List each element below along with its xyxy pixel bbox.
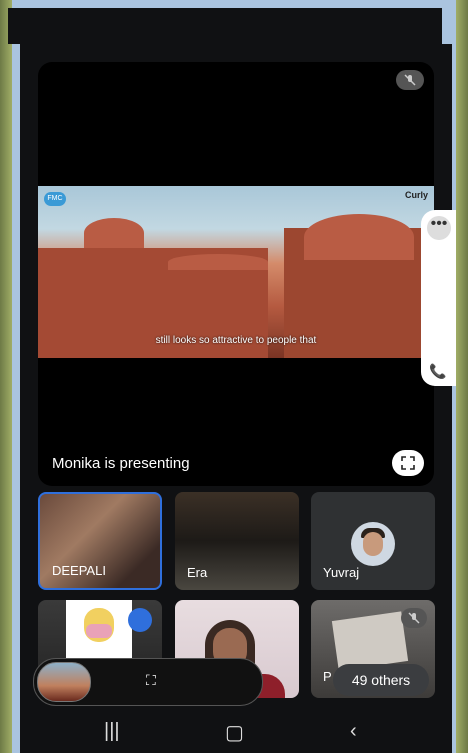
participant-name: Era	[187, 565, 208, 580]
avatar	[351, 522, 395, 566]
participant-name: Yuvraj	[323, 565, 360, 580]
video-logo: FMC	[44, 192, 66, 206]
cartoon-avatar	[66, 600, 132, 660]
mic-off-icon	[396, 70, 424, 90]
participant-name: P	[323, 669, 332, 684]
fullscreen-button[interactable]	[392, 450, 424, 476]
participant-tile[interactable]: Yuvraj	[311, 492, 435, 590]
phone-icon[interactable]: 📞	[429, 363, 446, 380]
presenting-label: Monika is presenting	[52, 455, 190, 472]
more-dots-icon[interactable]: •••	[427, 216, 451, 240]
home-icon[interactable]: ▢	[225, 720, 244, 745]
fort-dome	[168, 254, 268, 270]
speaking-indicator-icon	[128, 608, 152, 632]
back-icon[interactable]: ‹	[350, 720, 357, 743]
participant-name: DEEPALI	[52, 563, 106, 578]
self-view-thumbnail	[37, 662, 91, 702]
fort-dome	[84, 218, 144, 248]
participant-tile[interactable]: DEEPALI	[38, 492, 162, 590]
system-nav-bar: ||| ▢ ‹	[20, 712, 452, 753]
self-view-pip[interactable]: ⛶	[33, 658, 263, 706]
participant-tile[interactable]: Era	[175, 492, 299, 590]
fullscreen-icon	[401, 456, 415, 470]
mic-off-icon	[401, 608, 427, 628]
recents-icon[interactable]: |||	[104, 720, 120, 743]
video-brand: Curly	[404, 190, 428, 200]
presentation-tile[interactable]: FMC Curly still looks so attractive to p…	[38, 62, 434, 486]
shared-video: FMC Curly still looks so attractive to p…	[38, 186, 434, 358]
others-count-badge[interactable]: 49 others	[333, 664, 429, 696]
participant-video	[331, 611, 409, 671]
status-bar	[8, 8, 442, 44]
pip-expand-icon[interactable]: ⛶	[146, 672, 156, 689]
fort-dome	[304, 214, 414, 260]
side-panel-tab[interactable]: ••• 📞	[421, 210, 456, 386]
video-caption: still looks so attractive to people that	[155, 335, 317, 346]
